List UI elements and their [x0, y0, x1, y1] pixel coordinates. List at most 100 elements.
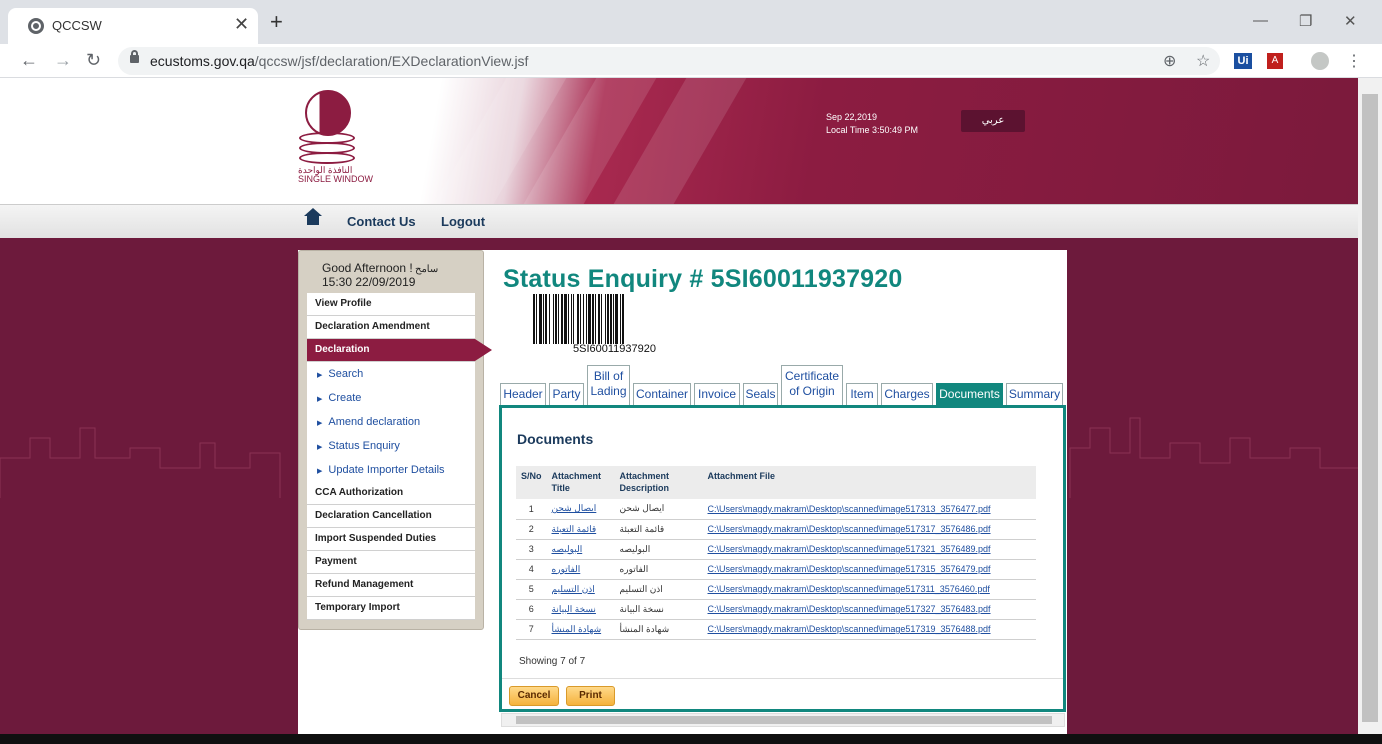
column-header-title: Attachment Title [546, 466, 615, 499]
attachment-title-link[interactable]: نسخة البيانة [552, 604, 596, 614]
tab-summary[interactable]: Summary [1006, 383, 1063, 406]
tab-invoice[interactable]: Invoice [694, 383, 740, 406]
triangle-right-icon: ▶ [317, 396, 323, 403]
cell-sno: 5 [516, 579, 547, 600]
cell-sno: 2 [516, 519, 547, 540]
sidebar-item-declaration[interactable]: Declaration [307, 339, 492, 362]
cell-description: الفاتوره [614, 559, 703, 580]
pdf-extension-icon[interactable]: A [1267, 53, 1283, 69]
cell-description: البوليصه [614, 539, 703, 560]
tab-title: QCCSW [52, 18, 102, 33]
sidebar-item-refund-management[interactable]: Refund Management [307, 574, 475, 597]
attachment-title-link[interactable]: الفاتوره [552, 564, 581, 574]
minimize-icon[interactable]: — [1253, 12, 1268, 29]
greeting-datetime: 15:30 22/09/2019 [322, 275, 416, 289]
cell-description: اذن التسليم [614, 579, 703, 600]
attachment-title-link[interactable]: البوليصه [552, 544, 583, 554]
top-navigation: Contact Us Logout [0, 204, 1358, 238]
sidebar-sub-search[interactable]: ▶ Search [307, 362, 475, 386]
sidebar: Good Afternoon ! 15:30 22/09/2019 سامح V… [298, 250, 492, 630]
url-text[interactable]: ecustoms.gov.qa/qccsw/jsf/declaration/EX… [150, 53, 528, 69]
attachment-file-link[interactable]: C:\Users\magdy.makram\Desktop\scanned\im… [708, 504, 991, 514]
print-button[interactable]: Print [566, 686, 615, 706]
action-bar: Cancel Print [502, 678, 1063, 712]
restore-icon[interactable]: ❐ [1299, 12, 1312, 30]
reload-icon[interactable]: ↻ [86, 50, 101, 71]
table-row: 7 شهادة المنشأ شهادة المنشأ C:\Users\mag… [516, 619, 1036, 640]
tab-header[interactable]: Header [500, 383, 546, 406]
barcode-number: 5SI60011937920 [573, 343, 656, 355]
scrollbar-thumb[interactable] [1362, 94, 1378, 722]
attachment-file-link[interactable]: C:\Users\magdy.makram\Desktop\scanned\im… [708, 564, 991, 574]
sidebar-item-view-profile[interactable]: View Profile [307, 293, 475, 316]
star-icon[interactable]: ☆ [1196, 51, 1210, 71]
tab-container[interactable]: Container [633, 383, 691, 406]
os-taskbar [0, 734, 1382, 744]
sidebar-item-temporary-import[interactable]: Temporary Import [307, 597, 475, 620]
forward-icon[interactable]: → [54, 50, 72, 71]
table-row: 6 نسخة البيانة نسخة البيانة C:\Users\mag… [516, 599, 1036, 620]
zoom-icon[interactable]: ⊕ [1163, 51, 1176, 71]
triangle-right-icon: ▶ [317, 468, 323, 475]
close-window-icon[interactable]: ✕ [1344, 12, 1357, 30]
browser-tab[interactable]: QCCSW ✕ [8, 8, 258, 44]
sidebar-sub-create[interactable]: ▶ Create [307, 386, 475, 410]
tab-certificate-of-origin[interactable]: Certificate of Origin [781, 365, 843, 406]
globe-icon [28, 18, 44, 34]
column-header-description: Attachment Description [614, 466, 703, 499]
horizontal-scrollbar[interactable] [501, 713, 1065, 727]
language-toggle-button[interactable]: عربي [961, 110, 1025, 132]
tab-documents[interactable]: Documents [936, 383, 1003, 406]
logout-link[interactable]: Logout [441, 214, 485, 229]
attachment-title-link[interactable]: شهادة المنشأ [552, 624, 602, 634]
attachment-file-link[interactable]: C:\Users\magdy.makram\Desktop\scanned\im… [708, 604, 991, 614]
table-row: 4 الفاتوره الفاتوره C:\Users\magdy.makra… [516, 559, 1036, 580]
greeting: Good Afternoon ! 15:30 22/09/2019 [322, 261, 416, 289]
documents-table: S/No Attachment Title Attachment Descripti… [516, 466, 1036, 640]
new-tab-button[interactable]: + [270, 11, 283, 33]
table-row: 1 ايصال شحن ايصال شحن C:\Users\magdy.mak… [516, 499, 1036, 520]
attachment-title-link[interactable]: قائمة التعبئة [552, 524, 597, 534]
sidebar-sub-update-importer-details[interactable]: ▶ Update Importer Details [307, 458, 475, 482]
attachment-file-link[interactable]: C:\Users\magdy.makram\Desktop\scanned\im… [708, 524, 991, 534]
cell-sno: 1 [516, 499, 547, 520]
tab-item[interactable]: Item [846, 383, 878, 406]
attachment-title-link[interactable]: ايصال شحن [552, 503, 597, 513]
sidebar-sub-amend-declaration[interactable]: ▶ Amend declaration [307, 410, 475, 434]
barcode-image [533, 294, 624, 344]
sidebar-item-payment[interactable]: Payment [307, 551, 475, 574]
tab-bill-of-lading[interactable]: Bill of Lading [587, 365, 630, 406]
cell-sno: 3 [516, 539, 547, 560]
profile-icon[interactable] [1311, 52, 1329, 70]
attachment-file-link[interactable]: C:\Users\magdy.makram\Desktop\scanned\im… [708, 624, 991, 634]
sidebar-item-import-suspended-duties[interactable]: Import Suspended Duties [307, 528, 475, 551]
tab-seals[interactable]: Seals [743, 383, 778, 406]
user-name: سامح [415, 264, 439, 275]
sidebar-item-declaration-cancellation[interactable]: Declaration Cancellation [307, 505, 475, 528]
attachment-file-link[interactable]: C:\Users\magdy.makram\Desktop\scanned\im… [708, 544, 991, 554]
attachment-file-link[interactable]: C:\Users\magdy.makram\Desktop\scanned\im… [708, 584, 990, 594]
scrollbar-thumb[interactable] [516, 716, 1052, 724]
sidebar-item-cca-authorization[interactable]: CCA Authorization [307, 482, 475, 505]
tab-party[interactable]: Party [549, 383, 584, 406]
ui-extension-icon[interactable]: Ui [1234, 53, 1252, 69]
menu-icon[interactable]: ⋮ [1346, 51, 1362, 71]
cell-sno: 6 [516, 599, 547, 620]
sidebar-sub-status-enquiry[interactable]: ▶ Status Enquiry [307, 434, 475, 458]
sidebar-item-declaration-amendment[interactable]: Declaration Amendment [307, 316, 475, 339]
column-header-file: Attachment File [702, 466, 1036, 499]
address-bar[interactable]: ecustoms.gov.qa/qccsw/jsf/declaration/EX… [118, 47, 1220, 75]
close-tab-icon[interactable]: ✕ [234, 14, 249, 35]
vertical-scrollbar[interactable] [1358, 78, 1382, 744]
back-icon[interactable]: ← [20, 50, 38, 71]
table-row: 5 اذن التسليم اذن التسليم C:\Users\magdy… [516, 579, 1036, 600]
contact-us-link[interactable]: Contact Us [347, 214, 416, 229]
home-icon[interactable] [304, 208, 322, 225]
documents-heading: Documents [517, 431, 594, 447]
cancel-button[interactable]: Cancel [509, 686, 559, 706]
tab-charges[interactable]: Charges [881, 383, 933, 406]
cell-description: قائمة التعبئة [614, 519, 703, 540]
attachment-title-link[interactable]: اذن التسليم [552, 584, 595, 594]
cell-description: نسخة البيانة [614, 599, 703, 620]
header-banner: النافذة الواحدة SINGLE WINDOW Sep 22,201… [0, 78, 1358, 204]
